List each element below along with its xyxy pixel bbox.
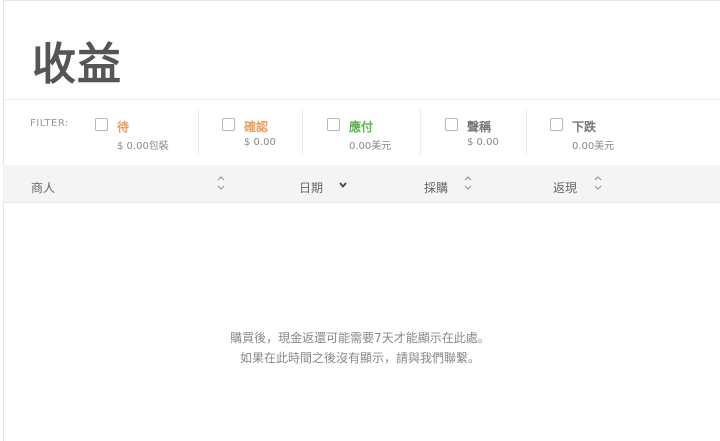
table-header: 商人 日期 採購 返現	[3, 165, 720, 203]
filter-amount-confirmed: $ 0.00	[244, 137, 276, 148]
page-left-border	[3, 0, 4, 441]
filter-checkbox-declined[interactable]	[550, 118, 563, 131]
empty-state-message: 購買後，現金返還可能需要7天才能顯示在此處。 如果在此時間之後沒有顯示，請與我們…	[0, 328, 720, 368]
filter-name-declined: 下跌	[572, 120, 597, 134]
empty-state-line: 購買後，現金返還可能需要7天才能顯示在此處。	[230, 331, 490, 345]
filter-checkbox-claimed[interactable]	[445, 118, 458, 131]
filter-amount-declined: 0.00美元	[572, 141, 615, 152]
sort-updown-icon[interactable]	[215, 173, 227, 193]
empty-state-line: 如果在此時間之後沒有顯示，請與我們聯繫。	[239, 351, 480, 365]
filter-separator	[198, 110, 199, 154]
sort-updown-icon[interactable]	[462, 173, 474, 193]
column-header-merchant[interactable]: 商人	[31, 179, 55, 196]
page-title: 收益	[32, 39, 122, 90]
filter-checkbox-payable[interactable]	[327, 118, 340, 131]
filter-checkbox-pending[interactable]	[95, 118, 108, 131]
filter-separator	[526, 110, 527, 154]
page-top-border	[3, 0, 720, 1]
filter-amount-payable: 0.00美元	[349, 141, 392, 152]
filter-name-confirmed: 確認	[244, 120, 269, 134]
filter-separator	[302, 110, 303, 154]
filter-label: FILTER:	[30, 118, 69, 129]
filter-separator	[420, 110, 421, 154]
chevron-down-icon[interactable]	[337, 179, 349, 191]
filter-name-pending: 待	[117, 120, 130, 134]
filter-name-claimed: 聲稱	[467, 120, 492, 134]
filter-bar: FILTER: 待 $ 0.00包裝 確認 $ 0.00 應付 0.00美元 聲…	[3, 99, 720, 164]
filter-checkbox-confirmed[interactable]	[222, 118, 235, 131]
filter-amount-claimed: $ 0.00	[467, 137, 499, 148]
sort-updown-icon[interactable]	[592, 173, 604, 193]
filter-name-payable: 應付	[349, 120, 374, 134]
column-header-cashback[interactable]: 返現	[553, 179, 577, 196]
filter-amount-pending: $ 0.00包裝	[117, 141, 169, 152]
column-header-purchase[interactable]: 採購	[424, 179, 448, 196]
column-header-date[interactable]: 日期	[299, 179, 323, 196]
